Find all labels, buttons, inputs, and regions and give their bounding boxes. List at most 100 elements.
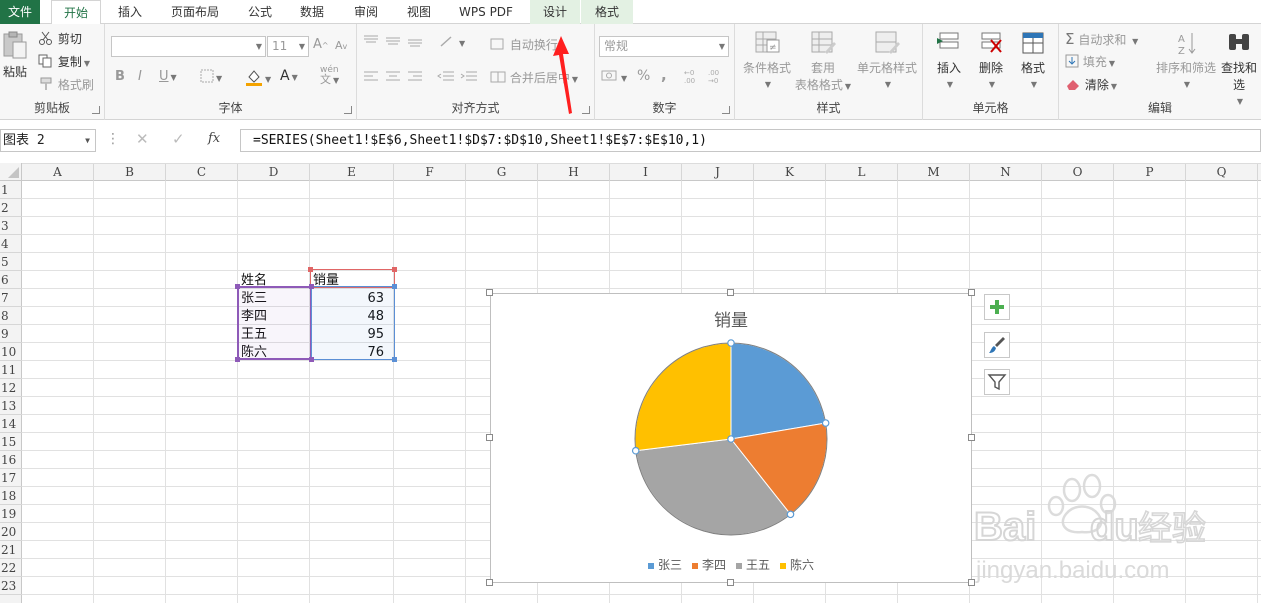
pie-slice-4[interactable] — [634, 342, 732, 452]
row-header[interactable]: 5 — [0, 253, 22, 271]
sort-filter-button[interactable]: AZ 排序和筛选 ▼ — [1153, 30, 1219, 90]
clipboard-launcher-icon[interactable] — [92, 106, 100, 114]
align-middle-button[interactable] — [385, 34, 401, 51]
chart-resize-handle[interactable] — [486, 289, 493, 296]
column-header[interactable]: B — [94, 164, 166, 181]
align-right-button[interactable] — [407, 69, 423, 86]
column-header[interactable]: C — [166, 164, 238, 181]
series-selection-handle[interactable] — [821, 419, 830, 427]
column-header[interactable]: L — [826, 164, 898, 181]
font-name-select[interactable]: ▼ — [111, 36, 266, 57]
cell-e8[interactable]: 48 — [312, 308, 394, 326]
grow-font-button[interactable]: A^ — [313, 37, 329, 52]
column-header[interactable]: F — [394, 164, 466, 181]
series-selection-handle[interactable] — [631, 446, 640, 455]
range-handle[interactable] — [392, 357, 397, 362]
column-header[interactable]: I — [610, 164, 682, 181]
range-handle[interactable] — [309, 284, 314, 289]
insert-function-icon[interactable]: fx — [208, 131, 220, 146]
align-top-button[interactable] — [363, 34, 379, 51]
series-selection-handle[interactable] — [727, 339, 735, 347]
tab-page-layout[interactable]: 页面布局 — [163, 0, 227, 24]
confirm-entry-icon[interactable]: ✓ — [172, 130, 185, 148]
cancel-entry-icon[interactable]: ✕ — [136, 130, 149, 148]
align-center-button[interactable] — [385, 69, 401, 86]
tab-view[interactable]: 视图 — [397, 0, 441, 24]
chart-filters-button[interactable] — [984, 369, 1010, 395]
row-header[interactable]: 20 — [0, 523, 22, 541]
autosum-button[interactable]: Σ 自动求和 ▼ — [1065, 30, 1138, 48]
cell-e7[interactable]: 63 — [312, 290, 394, 308]
tab-home[interactable]: 开始 — [51, 0, 101, 25]
row-header[interactable]: 17 — [0, 469, 22, 487]
phonetic-button[interactable]: wén 文 ▼ — [320, 66, 339, 86]
row-header[interactable]: 7 — [0, 289, 22, 307]
formula-input[interactable]: =SERIES(Sheet1!$E$6,Sheet1!$D$7:$D$10,Sh… — [240, 129, 1261, 152]
row-header[interactable]: 8 — [0, 307, 22, 325]
row-header[interactable]: 21 — [0, 541, 22, 559]
increase-indent-button[interactable] — [460, 69, 478, 86]
font-launcher-icon[interactable] — [344, 106, 352, 114]
pie-plot-area[interactable] — [491, 294, 973, 584]
shrink-font-button[interactable]: Av — [335, 39, 347, 52]
tab-insert[interactable]: 插入 — [108, 0, 152, 24]
find-select-button[interactable]: 查找和选 ▼ — [1217, 30, 1261, 107]
pie-chart[interactable]: 销量 张三 李四 王五 陈六 — [490, 293, 972, 583]
cell-e10[interactable]: 76 — [312, 344, 394, 362]
row-header[interactable]: 13 — [0, 397, 22, 415]
bold-button[interactable]: B — [115, 69, 125, 84]
fill-button[interactable]: 填充 ▼ — [1065, 53, 1115, 71]
row-header[interactable]: 11 — [0, 361, 22, 379]
row-header[interactable]: 19 — [0, 505, 22, 523]
cell-d10[interactable]: 陈六 — [241, 344, 311, 362]
clear-button[interactable]: 清除 ▼ — [1065, 76, 1117, 93]
underline-button[interactable]: U ▼ — [159, 69, 177, 84]
legend-entry[interactable]: 陈六 — [780, 556, 814, 573]
range-handle[interactable] — [235, 284, 240, 289]
format-cells-button[interactable]: 格式 ▼ — [1013, 30, 1053, 90]
cell-e6[interactable]: 销量 — [313, 272, 393, 290]
tab-file[interactable]: 文件 — [0, 0, 40, 24]
range-handle[interactable] — [308, 267, 313, 272]
row-header[interactable]: 10 — [0, 343, 22, 361]
chart-elements-button[interactable] — [984, 294, 1010, 320]
tab-formulas[interactable]: 公式 — [238, 0, 282, 24]
tab-data[interactable]: 数据 — [290, 0, 334, 24]
cell-d8[interactable]: 李四 — [241, 308, 311, 326]
decrease-indent-button[interactable] — [437, 69, 455, 86]
row-header[interactable]: 18 — [0, 487, 22, 505]
row-header[interactable]: 2 — [0, 199, 22, 217]
series-selection-handle[interactable] — [786, 510, 795, 519]
italic-button[interactable]: I — [138, 69, 142, 84]
column-header[interactable]: G — [466, 164, 538, 181]
row-header[interactable]: 22 — [0, 559, 22, 577]
row-header[interactable]: 6 — [0, 271, 22, 289]
chart-styles-button[interactable] — [984, 332, 1010, 358]
chart-resize-handle[interactable] — [486, 434, 493, 441]
select-all-corner[interactable] — [0, 163, 22, 181]
alignment-launcher-icon[interactable] — [582, 106, 590, 114]
cell-e9[interactable]: 95 — [312, 326, 394, 344]
cell-d6[interactable]: 姓名 — [241, 272, 311, 290]
legend-entry[interactable]: 李四 — [691, 556, 726, 573]
range-handle[interactable] — [392, 284, 397, 289]
row-header[interactable]: 12 — [0, 379, 22, 397]
tab-chart-design[interactable]: 设计 — [530, 0, 580, 24]
column-header[interactable]: M — [898, 164, 970, 181]
orientation-button[interactable]: ▼ — [439, 34, 465, 51]
align-bottom-button[interactable] — [407, 34, 423, 51]
column-header[interactable]: O — [1042, 164, 1114, 181]
row-header[interactable]: 9 — [0, 325, 22, 343]
insert-cells-button[interactable]: 插入 ▼ — [929, 30, 969, 90]
column-header[interactable]: K — [754, 164, 826, 181]
font-color-button[interactable]: A ▼ — [280, 68, 298, 84]
paste-button[interactable]: 粘贴 — [0, 30, 30, 80]
row-header[interactable]: 16 — [0, 451, 22, 469]
range-handle[interactable] — [392, 267, 397, 272]
column-header[interactable]: H — [538, 164, 610, 181]
row-header[interactable]: 4 — [0, 235, 22, 253]
fill-color-button[interactable]: ▼ — [245, 68, 271, 89]
align-left-button[interactable] — [363, 69, 379, 86]
number-launcher-icon[interactable] — [722, 106, 730, 114]
column-header[interactable]: Q — [1186, 164, 1258, 181]
